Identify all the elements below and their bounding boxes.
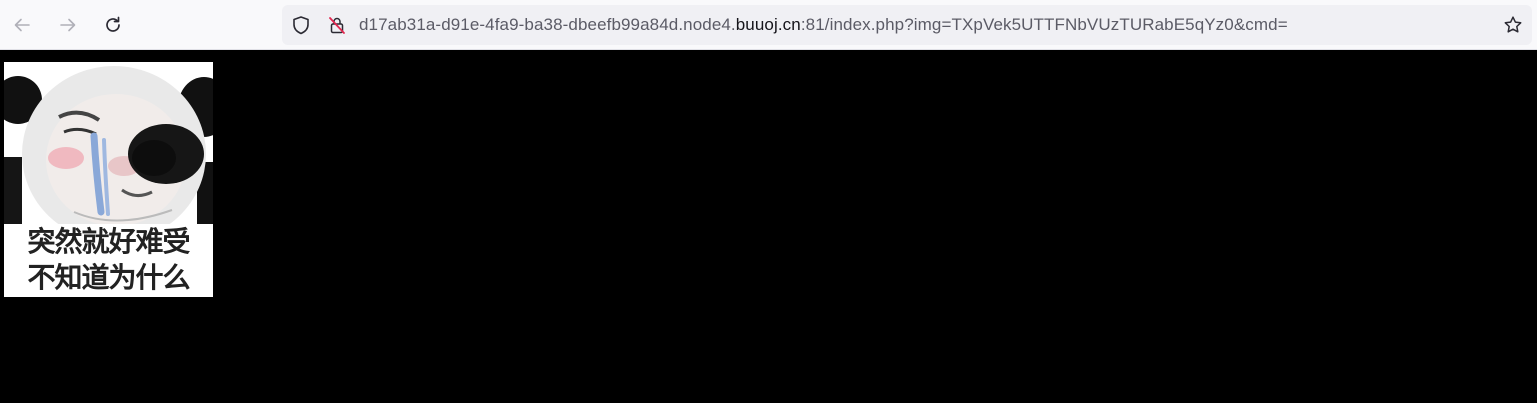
browser-toolbar: d17ab31a-d91e-4fa9-ba38-dbeefb99a84d.nod… <box>0 0 1537 50</box>
forward-arrow-icon <box>60 18 76 32</box>
tracking-protection-button[interactable] <box>290 14 312 36</box>
reload-icon <box>106 16 120 32</box>
meme-caption-line2: 不知道为什么 <box>27 261 190 294</box>
insecure-lock-icon <box>329 17 345 34</box>
reload-button[interactable] <box>97 9 129 41</box>
meme-caption-line1: 突然就好难受 <box>27 225 190 258</box>
url-bar[interactable]: d17ab31a-d91e-4fa9-ba38-dbeefb99a84d.nod… <box>282 5 1532 45</box>
url-suffix: :81/index.php?img=TXpVek5UTTFNbVUzTURabE… <box>800 15 1288 34</box>
bookmark-button[interactable] <box>1502 14 1524 36</box>
url-prefix: d17ab31a-d91e-4fa9-ba38-dbeefb99a84d.nod… <box>359 15 736 34</box>
url-domain: buuoj.cn <box>735 15 801 34</box>
page-content: 突然就好难受 不知道为什么 <box>0 51 1537 403</box>
crying-panda-face-image <box>4 62 213 224</box>
meme-image: 突然就好难受 不知道为什么 <box>4 62 213 297</box>
back-arrow-icon <box>14 18 30 32</box>
star-icon <box>1504 16 1522 33</box>
shield-icon <box>293 16 309 35</box>
forward-button[interactable] <box>52 9 84 41</box>
url-text[interactable]: d17ab31a-d91e-4fa9-ba38-dbeefb99a84d.nod… <box>359 15 1288 35</box>
back-button[interactable] <box>6 9 38 41</box>
site-security-button[interactable] <box>326 14 348 36</box>
